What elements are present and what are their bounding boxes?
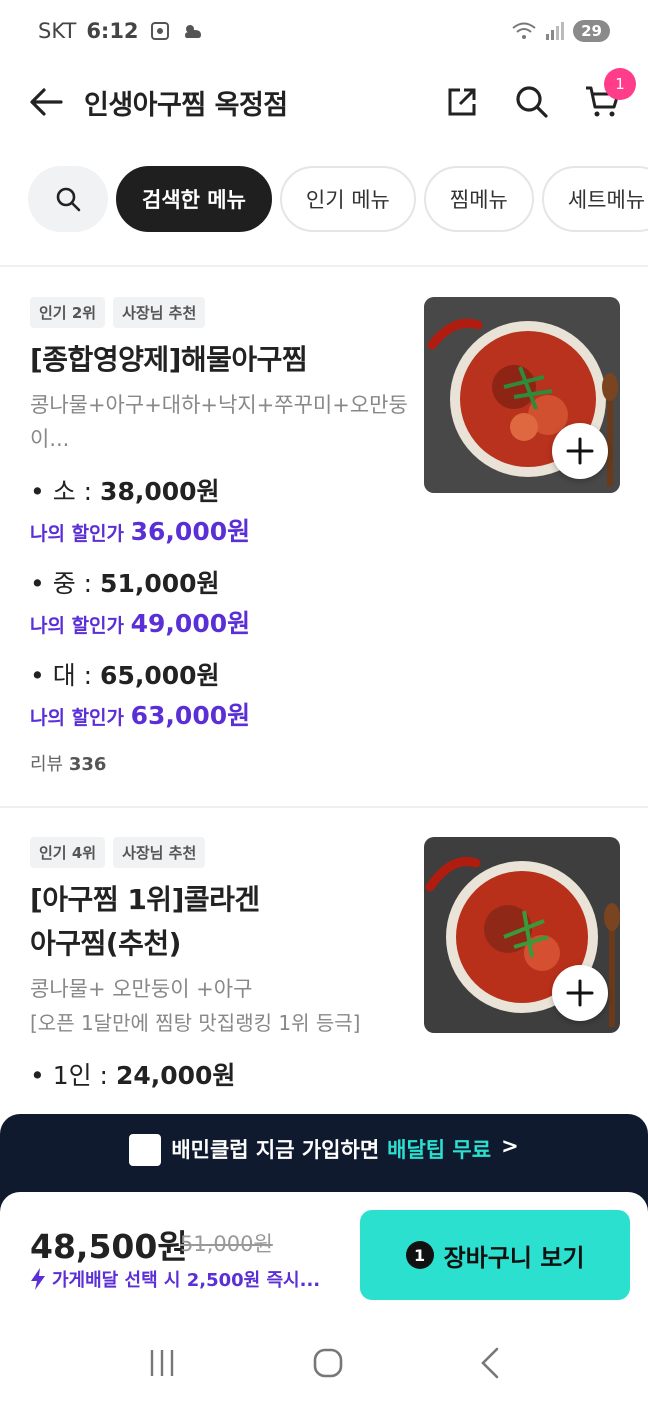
clock: 6:12	[86, 19, 139, 43]
owner-pick-tag: 사장님 추천	[113, 837, 206, 868]
chip-popular-menu[interactable]: 인기 메뉴	[279, 166, 416, 232]
menu-filter-chips: 검색한 메뉴 인기 메뉴 찜메뉴 세트메뉴	[28, 166, 648, 232]
add-to-cart-button[interactable]	[552, 423, 608, 479]
weather-icon	[184, 25, 201, 38]
delivery-notice: 가게배달 선택 시 2,500원 즉시...	[30, 1266, 320, 1292]
view-cart-label: 장바구니 보기	[443, 1243, 585, 1272]
store-title: 인생아구찜 옥정점	[84, 89, 288, 121]
discount-row: 나의 할인가 49,000원	[30, 609, 251, 638]
menu-item[interactable]: 인기 4위 사장님 추천 [아구찜 1위]콜라겐 아구찜(추천) 콩나물+ 오만…	[30, 837, 620, 1092]
search-icon	[56, 187, 81, 212]
price-row: • 중 : 51,000원	[30, 569, 220, 598]
screenshot-icon	[150, 22, 169, 40]
menu-description: 콩나물+아구+대하+낙지+쭈꾸미+오만둥이...	[30, 393, 408, 451]
menu-item[interactable]: 인기 2위 사장님 추천 [종합영양제]해물아구찜 콩나물+아구+대하+낙지+쭈…	[30, 297, 620, 776]
search-button[interactable]	[512, 82, 552, 122]
price-row: • 1인 : 24,000원	[30, 1061, 236, 1090]
total-price: 48,500원	[30, 1227, 188, 1266]
wifi-icon	[512, 22, 536, 39]
menu-name: [종합영양제]해물아구찜	[30, 343, 308, 376]
chip-set-menu[interactable]: 세트메뉴	[541, 166, 648, 232]
rank-tag: 인기 2위	[30, 297, 106, 328]
discount-row: 나의 할인가 63,000원	[30, 701, 251, 730]
view-cart-button[interactable]: 1 장바구니 보기	[360, 1210, 630, 1300]
cart-button[interactable]: 1	[582, 68, 636, 122]
discount-row: 나의 할인가 36,000원	[30, 517, 251, 546]
arrow-left-icon	[30, 88, 63, 116]
signal-icon	[546, 22, 565, 40]
status-bar: SKT 6:12 29	[0, 0, 648, 62]
cart-button-count: 1	[405, 1241, 434, 1269]
club-checkbox-icon	[129, 1134, 162, 1166]
battery-indicator: 29	[573, 20, 610, 42]
cart-count-badge: 1	[604, 68, 636, 100]
cart-summary-bar: 48,500원 51,000원 가게배달 선택 시 2,500원 즉시... 1…	[0, 1192, 648, 1322]
rank-tag: 인기 4위	[30, 837, 106, 868]
back-button[interactable]	[26, 82, 66, 122]
review-count: 리뷰 336	[30, 754, 107, 775]
original-price: 51,000원	[180, 1232, 273, 1256]
divider	[0, 806, 648, 808]
plus-icon	[566, 979, 594, 1007]
system-nav-bar	[0, 1322, 648, 1404]
carrier: SKT	[38, 19, 77, 43]
chip-jjim-menu[interactable]: 찜메뉴	[423, 166, 534, 232]
search-icon	[516, 86, 548, 118]
share-button[interactable]	[442, 82, 482, 122]
chip-search[interactable]	[28, 166, 108, 232]
home-icon[interactable]	[312, 1347, 344, 1379]
add-to-cart-button[interactable]	[552, 965, 608, 1021]
chip-searched-menu[interactable]: 검색한 메뉴	[116, 166, 272, 232]
plus-icon	[566, 437, 594, 465]
divider	[0, 265, 648, 267]
lightning-icon	[31, 1268, 45, 1290]
share-icon	[448, 88, 476, 116]
menu-name: [아구찜 1위]콜라겐 아구찜(추천)	[30, 883, 260, 960]
price-row: • 대 : 65,000원	[30, 661, 220, 690]
back-nav-icon[interactable]	[479, 1347, 501, 1379]
menu-description: 콩나물+ 오만둥이 +아구	[30, 977, 253, 1001]
recent-apps-icon[interactable]	[147, 1348, 177, 1378]
owner-pick-tag: 사장님 추천	[113, 297, 206, 328]
app-header: 인생아구찜 옥정점 1	[0, 62, 648, 142]
